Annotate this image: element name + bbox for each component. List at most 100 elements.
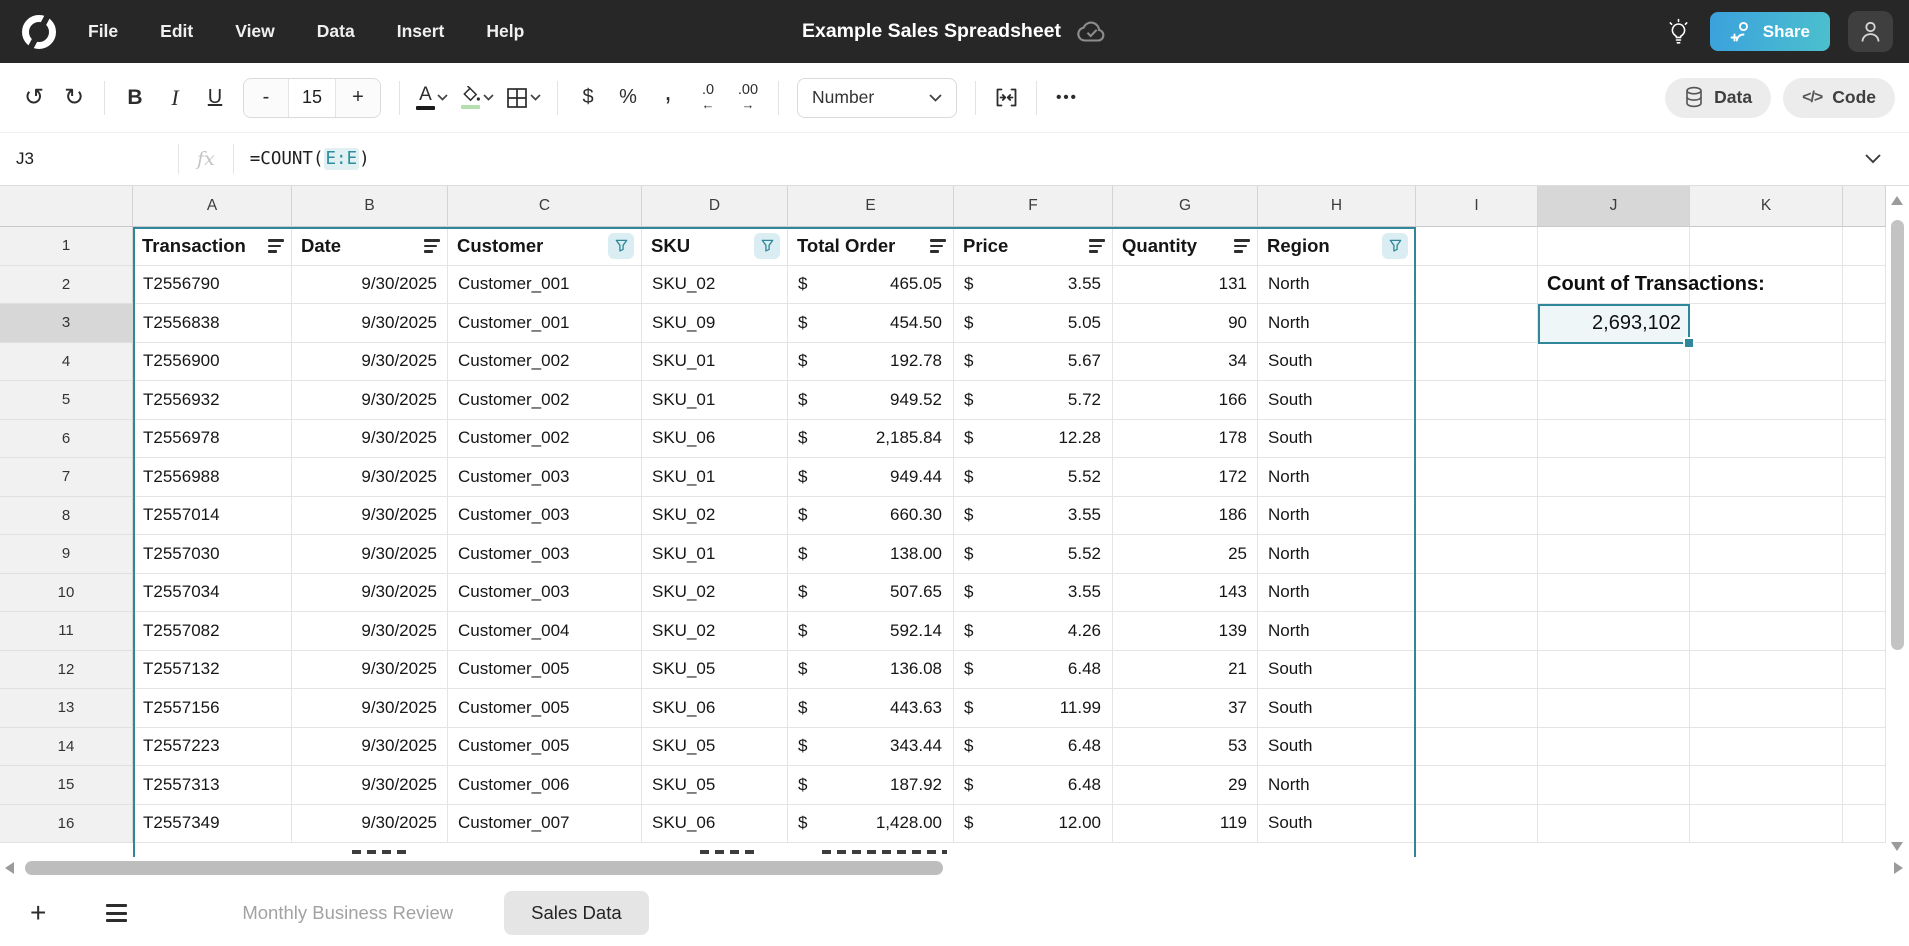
cell-B13[interactable]: 9/30/2025	[292, 689, 448, 728]
cell-D5[interactable]: SKU_01	[642, 381, 788, 420]
cell-E15[interactable]: $187.92	[788, 766, 954, 805]
cell-I15[interactable]	[1416, 766, 1538, 805]
cell-F15[interactable]: $6.48	[954, 766, 1113, 805]
filter-menu-icon[interactable]	[1234, 239, 1250, 253]
cell-J16[interactable]	[1538, 805, 1690, 844]
cell-C13[interactable]: Customer_005	[448, 689, 642, 728]
cell-H8[interactable]: North	[1258, 497, 1416, 536]
cell-H2[interactable]: North	[1258, 266, 1416, 305]
cell-C6[interactable]: Customer_002	[448, 420, 642, 459]
redo-button[interactable]: ↻	[54, 78, 94, 118]
column-header-C[interactable]: C	[448, 186, 642, 227]
cell-F6[interactable]: $12.28	[954, 420, 1113, 459]
cell-C4[interactable]: Customer_002	[448, 343, 642, 382]
cell-K7[interactable]	[1690, 458, 1843, 497]
cell-A1[interactable]: Transaction	[133, 227, 292, 266]
cell-D7[interactable]: SKU_01	[642, 458, 788, 497]
row-header-8[interactable]: 8	[0, 497, 133, 536]
cell-x3[interactable]	[1843, 304, 1886, 343]
cell-H11[interactable]: North	[1258, 612, 1416, 651]
name-box[interactable]: J3	[16, 149, 178, 169]
cell-x8[interactable]	[1843, 497, 1886, 536]
cell-I11[interactable]	[1416, 612, 1538, 651]
cell-D11[interactable]: SKU_02	[642, 612, 788, 651]
fill-handle[interactable]	[1683, 337, 1695, 349]
cell-B3[interactable]: 9/30/2025	[292, 304, 448, 343]
italic-button[interactable]: I	[155, 78, 195, 118]
sheet-tab-monthly-business-review[interactable]: Monthly Business Review	[215, 891, 480, 935]
cell-E11[interactable]: $592.14	[788, 612, 954, 651]
cell-F11[interactable]: $4.26	[954, 612, 1113, 651]
cell-I5[interactable]	[1416, 381, 1538, 420]
row-header-16[interactable]: 16	[0, 805, 133, 844]
cell-K4[interactable]	[1690, 343, 1843, 382]
cell-H9[interactable]: North	[1258, 535, 1416, 574]
app-logo-icon[interactable]	[22, 15, 56, 49]
row-header-15[interactable]: 15	[0, 766, 133, 805]
cell-B7[interactable]: 9/30/2025	[292, 458, 448, 497]
column-header-K[interactable]: K	[1690, 186, 1843, 227]
cell-A16[interactable]: T2557349	[133, 805, 292, 844]
menu-insert[interactable]: Insert	[397, 21, 445, 42]
cell-C3[interactable]: Customer_001	[448, 304, 642, 343]
cell-A11[interactable]: T2557082	[133, 612, 292, 651]
cell-I12[interactable]	[1416, 651, 1538, 690]
cell-D15[interactable]: SKU_05	[642, 766, 788, 805]
add-sheet-button[interactable]: +	[24, 898, 52, 928]
cell-x9[interactable]	[1843, 535, 1886, 574]
cell-H16[interactable]: South	[1258, 805, 1416, 844]
text-color-button[interactable]: A	[410, 78, 454, 118]
cell-G3[interactable]: 90	[1113, 304, 1258, 343]
column-header-E[interactable]: E	[788, 186, 954, 227]
cell-I7[interactable]	[1416, 458, 1538, 497]
cell-F4[interactable]: $5.67	[954, 343, 1113, 382]
account-avatar-button[interactable]	[1848, 11, 1893, 52]
cell-B10[interactable]: 9/30/2025	[292, 574, 448, 613]
cell-D12[interactable]: SKU_05	[642, 651, 788, 690]
cell-J7[interactable]	[1538, 458, 1690, 497]
cell-x7[interactable]	[1843, 458, 1886, 497]
cell-K15[interactable]	[1690, 766, 1843, 805]
column-header-H[interactable]: H	[1258, 186, 1416, 227]
cell-D16[interactable]: SKU_06	[642, 805, 788, 844]
cell-A3[interactable]: T2556838	[133, 304, 292, 343]
cell-A4[interactable]: T2556900	[133, 343, 292, 382]
cell-F10[interactable]: $3.55	[954, 574, 1113, 613]
cell-D9[interactable]: SKU_01	[642, 535, 788, 574]
cell-G9[interactable]: 25	[1113, 535, 1258, 574]
cell-x14[interactable]	[1843, 728, 1886, 767]
cell-F3[interactable]: $5.05	[954, 304, 1113, 343]
formula-bar-expand-chevron[interactable]	[1859, 133, 1887, 185]
cell-E14[interactable]: $343.44	[788, 728, 954, 767]
cell-C5[interactable]: Customer_002	[448, 381, 642, 420]
cell-I2[interactable]	[1416, 266, 1538, 305]
cell-E4[interactable]: $192.78	[788, 343, 954, 382]
sheet-tab-sales-data[interactable]: Sales Data	[504, 891, 649, 935]
cell-J10[interactable]	[1538, 574, 1690, 613]
cell-C11[interactable]: Customer_004	[448, 612, 642, 651]
cell-A13[interactable]: T2557156	[133, 689, 292, 728]
cell-G11[interactable]: 139	[1113, 612, 1258, 651]
cell-G15[interactable]: 29	[1113, 766, 1258, 805]
cell-I13[interactable]	[1416, 689, 1538, 728]
cell-C10[interactable]: Customer_003	[448, 574, 642, 613]
cell-B11[interactable]: 9/30/2025	[292, 612, 448, 651]
decrease-font-button[interactable]: -	[244, 79, 288, 117]
merge-cells-button[interactable]	[986, 78, 1026, 118]
cell-C15[interactable]: Customer_006	[448, 766, 642, 805]
cell-x5[interactable]	[1843, 381, 1886, 420]
cell-B5[interactable]: 9/30/2025	[292, 381, 448, 420]
cell-H7[interactable]: North	[1258, 458, 1416, 497]
cell-H6[interactable]: South	[1258, 420, 1416, 459]
cell-D8[interactable]: SKU_02	[642, 497, 788, 536]
cell-K16[interactable]	[1690, 805, 1843, 844]
cell-D10[interactable]: SKU_02	[642, 574, 788, 613]
column-header-partial[interactable]	[1843, 186, 1886, 227]
cell-B15[interactable]: 9/30/2025	[292, 766, 448, 805]
cell-D13[interactable]: SKU_06	[642, 689, 788, 728]
cell-K9[interactable]	[1690, 535, 1843, 574]
row-header-5[interactable]: 5	[0, 381, 133, 420]
sheet-list-button[interactable]	[100, 903, 133, 923]
comma-format-button[interactable]: ,	[648, 78, 688, 118]
active-filter-funnel-icon[interactable]	[754, 233, 780, 259]
